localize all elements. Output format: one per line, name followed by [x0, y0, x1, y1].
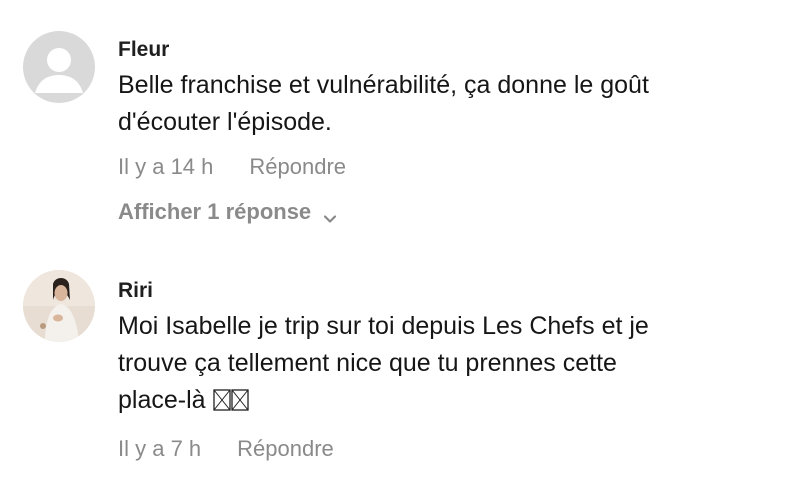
comment-meta: Il y a 14 h Répondre	[118, 153, 776, 181]
avatar[interactable]	[23, 31, 95, 103]
chevron-down-icon	[323, 205, 337, 223]
comment-text-line: trouve ça tellement nice que tu prennes …	[118, 349, 617, 377]
reply-button[interactable]: Répondre	[237, 435, 334, 463]
missing-emoji-icon	[212, 386, 249, 423]
comment-text-line-last: place-là	[118, 382, 776, 423]
comment-text-line: Moi Isabelle je trip sur toi depuis Les …	[118, 312, 649, 340]
comment-text-line: d'écouter l'épisode.	[118, 108, 332, 136]
comment-time: Il y a 14 h	[118, 154, 214, 179]
comment-time: Il y a 7 h	[118, 436, 202, 461]
comment-author[interactable]: Fleur	[118, 37, 776, 63]
comment-text-fragment: place-là	[118, 386, 206, 414]
show-replies-label: Afficher 1 réponse	[118, 199, 312, 224]
user-photo	[23, 270, 95, 342]
avatar[interactable]	[23, 270, 95, 342]
comment-text: Belle franchise et vulnérabilité, ça don…	[118, 67, 776, 141]
default-avatar-icon	[23, 31, 95, 103]
reply-button[interactable]: Répondre	[249, 153, 346, 181]
comment-author[interactable]: Riri	[118, 278, 776, 304]
comment-text-line: Belle franchise et vulnérabilité, ça don…	[118, 71, 649, 99]
comment-text: Moi Isabelle je trip sur toi depuis Les …	[118, 308, 776, 423]
comment-meta: Il y a 7 h Répondre	[118, 435, 776, 463]
show-replies-button[interactable]: Afficher 1 réponse	[118, 198, 776, 226]
